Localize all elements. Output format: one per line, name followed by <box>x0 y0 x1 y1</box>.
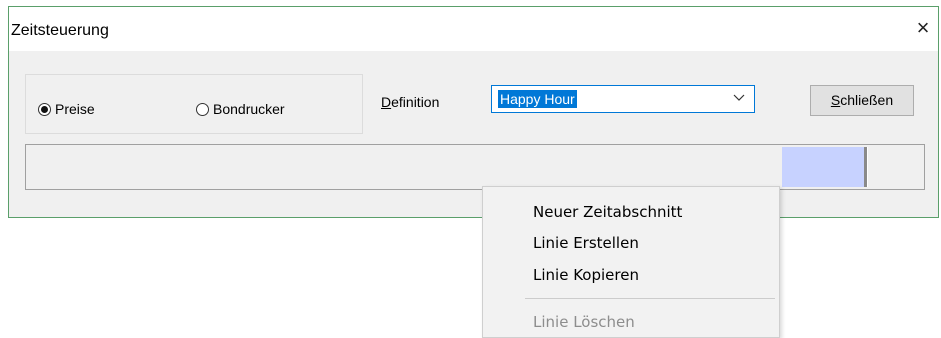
menu-item-neuer-zeitabschnitt[interactable]: Neuer Zeitabschnitt <box>533 203 682 221</box>
radio-label-preise: Preise <box>55 101 95 117</box>
radio-label-bondrucker: Bondrucker <box>213 101 285 117</box>
title-bar: Zeitsteuerung × <box>9 7 938 51</box>
close-button-rest: chließen <box>840 92 894 108</box>
definition-combobox-value: Happy Hour <box>498 90 577 108</box>
radio-preise[interactable]: Preise <box>38 101 95 117</box>
definition-label: Definition <box>381 94 439 110</box>
radio-unchecked-icon <box>196 102 209 116</box>
window-title: Zeitsteuerung <box>11 22 109 39</box>
timeline-divider[interactable] <box>864 147 868 187</box>
definition-label-mnemonic: D <box>381 94 392 110</box>
radio-bondrucker[interactable]: Bondrucker <box>196 101 285 117</box>
close-icon[interactable]: × <box>912 17 934 39</box>
timeline-segment[interactable] <box>782 147 864 187</box>
chevron-down-icon[interactable] <box>732 90 746 104</box>
close-button[interactable]: Schließen <box>810 85 914 116</box>
definition-combobox[interactable]: Happy Hour <box>491 85 755 113</box>
definition-label-rest: efinition <box>391 94 440 110</box>
menu-item-linie-erstellen[interactable]: Linie Erstellen <box>533 234 639 252</box>
mode-radio-group: Preise Bondrucker <box>25 74 363 134</box>
context-menu: Neuer Zeitabschnitt Linie Erstellen Lini… <box>482 186 780 338</box>
timeline-panel[interactable] <box>25 144 925 190</box>
radio-checked-icon <box>38 102 51 116</box>
menu-item-linie-loeschen: Linie Löschen <box>533 313 635 331</box>
menu-separator <box>525 298 775 299</box>
menu-item-linie-kopieren[interactable]: Linie Kopieren <box>533 266 639 284</box>
close-button-mnemonic: S <box>830 92 841 108</box>
